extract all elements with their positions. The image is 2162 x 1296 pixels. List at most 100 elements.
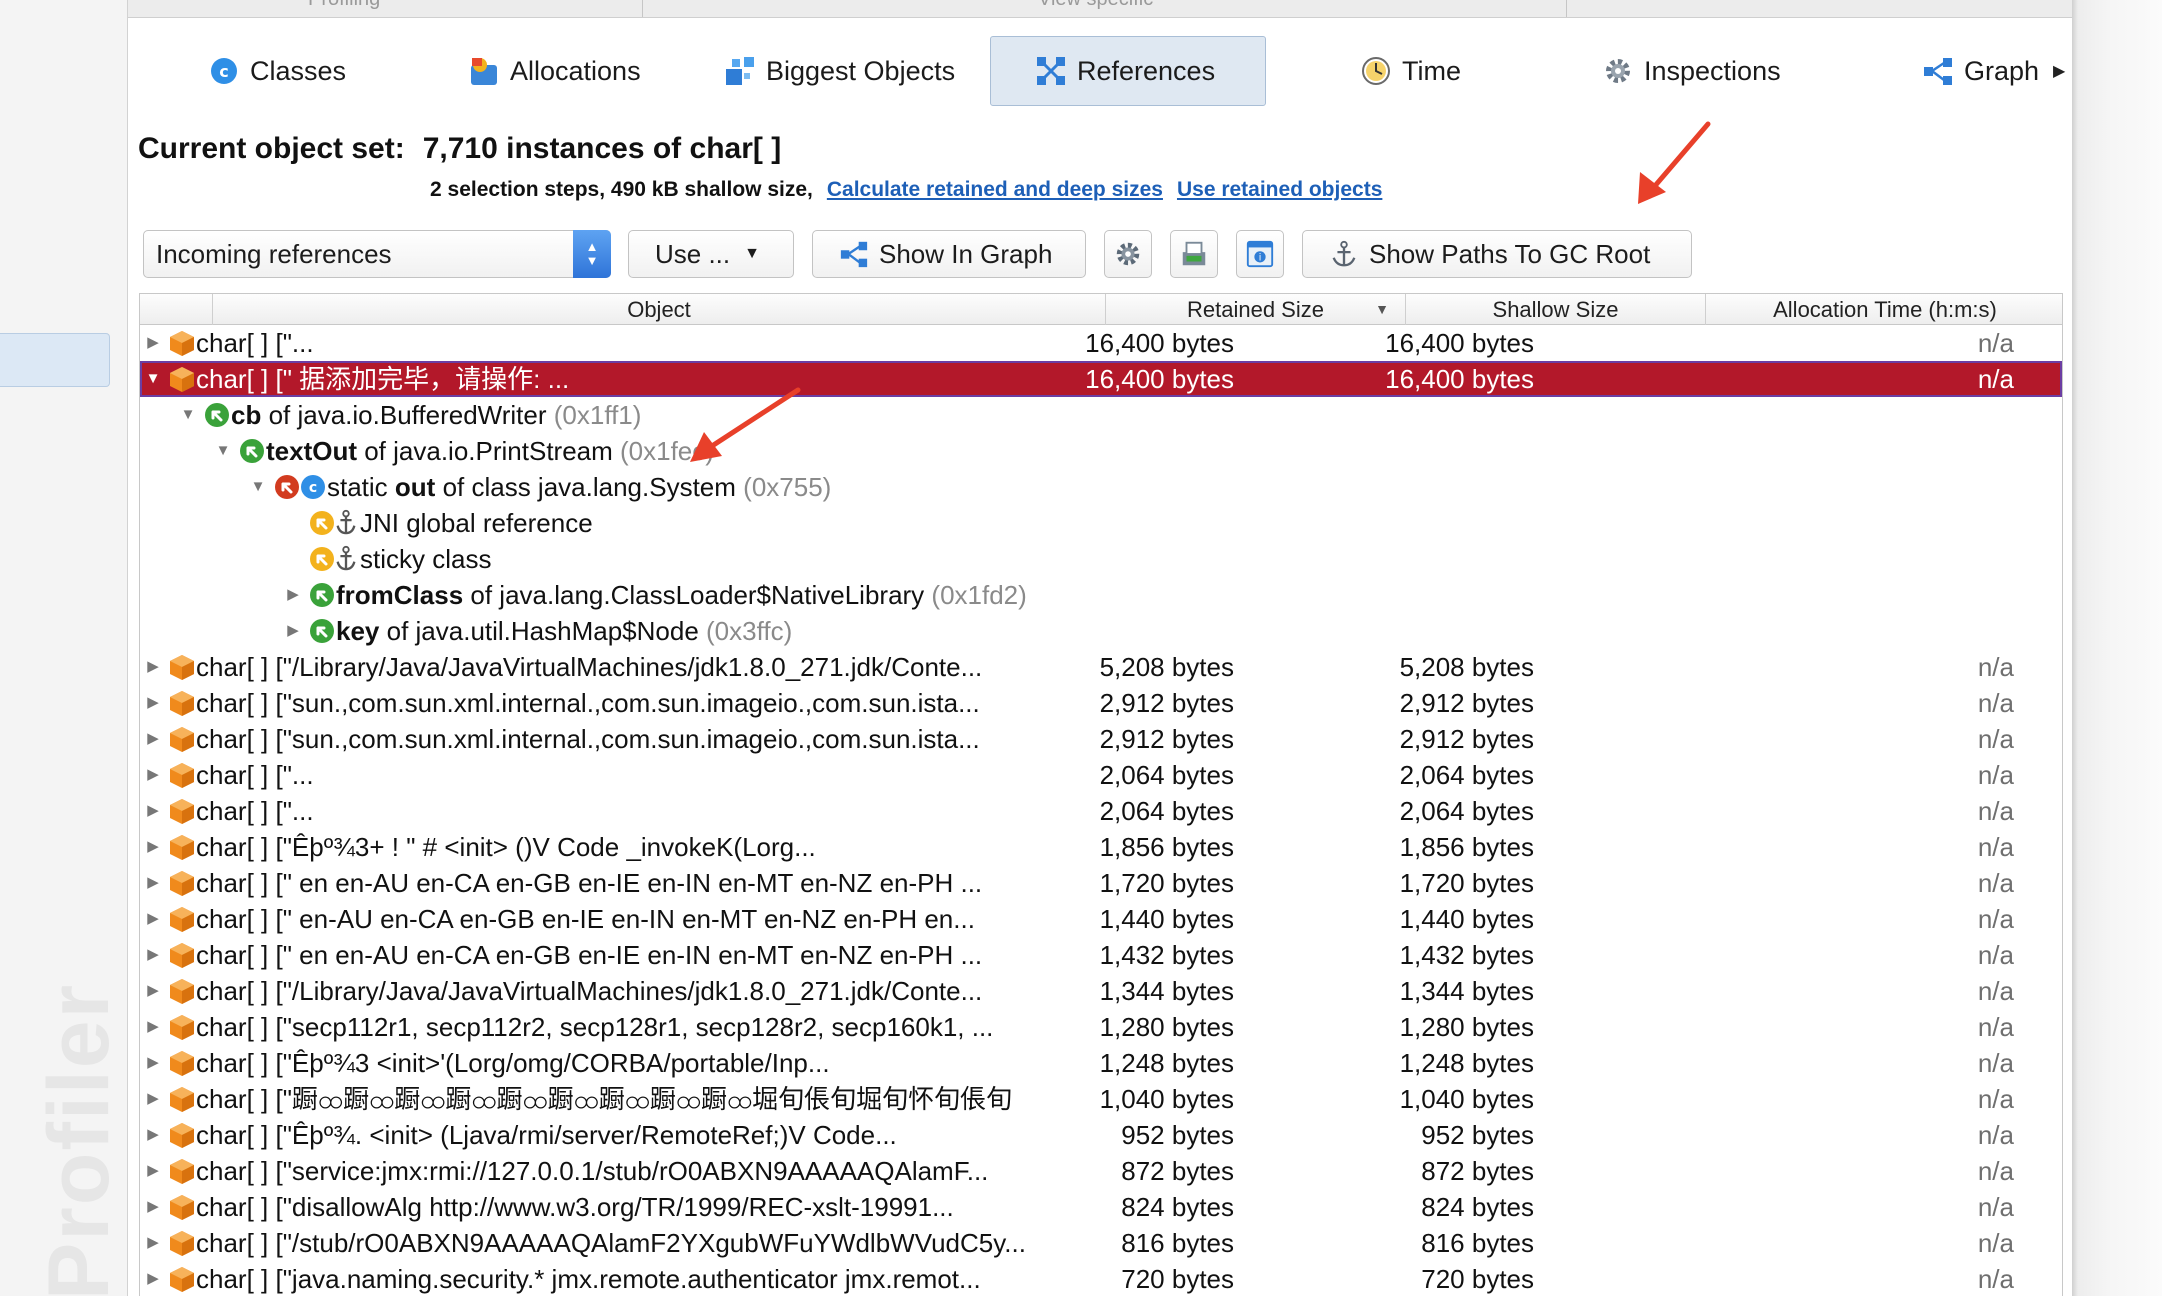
object-cell: char[ ] ["sun.,com.sun.xml.internal.,com… xyxy=(196,721,1080,757)
object-text: of java.lang.ClassLoader$NativeLibrary xyxy=(463,580,932,610)
tree-child-row[interactable]: ▼ textOut of java.io.PrintStream (0x1fec) xyxy=(140,433,2062,469)
column-allocation-time[interactable]: Allocation Time (h:m:s) xyxy=(1706,294,2062,325)
table-row[interactable]: ▶ char[ ] ["disallowAlg http://www.w3.org… xyxy=(140,1189,2062,1225)
shallow-size-cell: 824 bytes xyxy=(1421,1192,1534,1222)
show-paths-to-gc-root-button[interactable]: Show Paths To GC Root xyxy=(1302,230,1692,278)
table-row[interactable]: ▶ char[ ] ["/stub/rO0ABXN9AAAAAQAlamF2YXg… xyxy=(140,1225,2062,1261)
table-row[interactable]: ▶ char[ ] ["/Library/Java/JavaVirtualMach… xyxy=(140,649,2062,685)
tab-allocations[interactable]: Allocations xyxy=(468,36,641,106)
table-row[interactable]: ▶ char[ ] ["... 2,064 bytes 2,064 bytes n/a xyxy=(140,793,2062,829)
tree-child-row[interactable]: ▼ c static out of class java.lang.System (… xyxy=(140,469,2062,505)
use-retained-objects-link[interactable]: Use retained objects xyxy=(1177,178,1382,201)
info-button[interactable]: i xyxy=(1236,230,1284,278)
tab-classes[interactable]: c Classes xyxy=(208,36,346,106)
tab-inspections[interactable]: Inspections xyxy=(1602,36,1781,106)
expand-toggle-icon[interactable]: ▶ xyxy=(143,901,163,937)
table-row[interactable]: ▶ char[ ] ["Êþº¾3 <init>'(Lorg/omg/CORBA/… xyxy=(140,1045,2062,1081)
table-row[interactable]: ▶ char[ ] [" en en-AU en-CA en-GB en-IE e… xyxy=(140,937,2062,973)
sidebar-selected-item[interactable] xyxy=(0,333,110,387)
expand-toggle-icon[interactable]: ▶ xyxy=(143,1189,163,1225)
expand-toggle-icon[interactable]: ▶ xyxy=(143,1081,163,1117)
object-cell: char[ ] ["/Library/Java/JavaVirtualMachi… xyxy=(196,649,1080,685)
table-row[interactable]: ▶ char[ ] ["java.naming.security.* jmx.re… xyxy=(140,1261,2062,1296)
object-cube-icon xyxy=(170,799,194,824)
export-button[interactable] xyxy=(1170,230,1218,278)
table-row[interactable]: ▶ char[ ] ["蹰ထ蹰ထ蹰ထ蹰ထ蹰ထ蹰ထ蹰ထ蹰ထ蹰ထ堀旬倀旬堀旬怀旬倀旬 1… xyxy=(140,1081,2062,1117)
collapse-toggle-icon[interactable]: ▼ xyxy=(213,433,233,469)
biggest-objects-icon xyxy=(724,55,756,87)
expand-toggle-icon[interactable]: ▶ xyxy=(143,757,163,793)
table-row[interactable]: ▶ char[ ] ["... 16,400 bytes 16,400 bytes n/… xyxy=(140,325,2062,361)
use-dropdown-button[interactable]: Use ... ▼ xyxy=(628,230,794,278)
shallow-size-cell: 816 bytes xyxy=(1421,1228,1534,1258)
table-row[interactable]: ▶ char[ ] [" en-AU en-CA en-GB en-IE en-I… xyxy=(140,901,2062,937)
collapse-toggle-icon[interactable]: ▼ xyxy=(178,397,198,433)
expand-toggle-icon[interactable]: ▶ xyxy=(283,613,303,649)
tab-overflow-icon[interactable]: ▶ xyxy=(2053,61,2065,81)
expand-toggle-icon[interactable]: ▶ xyxy=(143,973,163,1009)
export-icon xyxy=(1182,241,1206,266)
expand-toggle-icon[interactable]: ▶ xyxy=(143,1045,163,1081)
object-cube-icon xyxy=(170,367,194,392)
table-row[interactable]: ▶ char[ ] ["Êþº¾3+ ! " # <init> ()V Code … xyxy=(140,829,2062,865)
svg-text:i: i xyxy=(1259,253,1262,264)
expand-toggle-icon[interactable]: ▶ xyxy=(143,937,163,973)
table-row[interactable]: ▶ char[ ] ["sun.,com.sun.xml.internal.,co… xyxy=(140,685,2062,721)
column-shallow-size[interactable]: Shallow Size xyxy=(1406,294,1706,325)
object-address: (0x1ff1) xyxy=(553,400,642,430)
object-text: char[ ] ["sun.,com.sun.xml.internal.,com… xyxy=(196,688,980,718)
reference-mode-select[interactable]: Incoming references ▲ ▼ xyxy=(143,230,611,278)
field-name: textOut xyxy=(266,436,357,466)
expand-toggle-icon[interactable]: ▶ xyxy=(143,325,163,361)
expand-toggle-icon[interactable]: ▶ xyxy=(143,685,163,721)
svg-text:c: c xyxy=(309,480,317,496)
table-row[interactable]: ▶ char[ ] [" en en-AU en-CA en-GB en-IE e… xyxy=(140,865,2062,901)
calculate-sizes-link[interactable]: Calculate retained and deep sizes xyxy=(827,178,1163,201)
table-row[interactable]: ▶ char[ ] ["Êþº¾. <init> (Ljava/rmi/serve… xyxy=(140,1117,2062,1153)
expand-toggle-icon[interactable]: ▶ xyxy=(143,793,163,829)
table-row[interactable]: ▶ char[ ] ["sun.,com.sun.xml.internal.,co… xyxy=(140,721,2062,757)
sidebar-brand-watermark: Profiler xyxy=(31,982,127,1296)
table-row[interactable]: ▼ char[ ] [" 据添加完毕，请操作: ... 16,400 bytes 16… xyxy=(140,361,2062,397)
view-settings-button[interactable] xyxy=(1104,230,1152,278)
expand-toggle-icon[interactable]: ▶ xyxy=(143,649,163,685)
expand-toggle-icon[interactable]: ▶ xyxy=(143,1225,163,1261)
table-row[interactable]: ▶ char[ ] ["service:jmx:rmi://127.0.0.1/s… xyxy=(140,1153,2062,1189)
show-in-graph-button[interactable]: Show In Graph xyxy=(812,230,1086,278)
column-retained-size[interactable]: Retained Size ▼ xyxy=(1106,294,1406,325)
tree-child-row[interactable]: ▶ fromClass of java.lang.ClassLoader$Nati… xyxy=(140,577,2062,613)
expand-toggle-icon[interactable]: ▶ xyxy=(283,577,303,613)
shallow-size-cell xyxy=(1384,613,1534,649)
object-cell: char[ ] [" en en-AU en-CA en-GB en-IE en… xyxy=(196,937,1080,973)
object-cell: char[ ] [" 据添加完毕，请操作: ... xyxy=(196,361,1080,397)
collapse-toggle-icon[interactable]: ▼ xyxy=(143,361,163,397)
tree-child-row[interactable]: JNI global reference xyxy=(140,505,2062,541)
tab-time[interactable]: Time xyxy=(1360,36,1461,106)
expand-toggle-icon[interactable]: ▶ xyxy=(143,1153,163,1189)
object-cell: JNI global reference xyxy=(360,505,1080,541)
table-row[interactable]: ▶ char[ ] ["/Library/Java/JavaVirtualMach… xyxy=(140,973,2062,1009)
tree-child-row[interactable]: ▶ key of java.util.HashMap$Node (0x3ffc) xyxy=(140,613,2062,649)
collapse-toggle-icon[interactable]: ▼ xyxy=(248,469,268,505)
expand-toggle-icon[interactable]: ▶ xyxy=(143,1261,163,1296)
expand-toggle-icon[interactable]: ▶ xyxy=(143,829,163,865)
annotation-arrow xyxy=(1638,121,1711,204)
retained-size-cell: 952 bytes xyxy=(1121,1120,1234,1150)
tab-references[interactable]: References xyxy=(990,36,1266,106)
tab-biggest-objects[interactable]: Biggest Objects xyxy=(724,36,955,106)
expand-toggle-icon[interactable]: ▶ xyxy=(143,1009,163,1045)
shallow-size-cell: 1,720 bytes xyxy=(1399,868,1534,898)
tree-child-row[interactable]: ▼ cb of java.io.BufferedWriter (0x1ff1) xyxy=(140,397,2062,433)
expand-toggle-icon[interactable]: ▶ xyxy=(143,721,163,757)
allocation-time-cell xyxy=(1900,613,2014,649)
column-object[interactable]: Object xyxy=(213,294,1106,325)
table-row[interactable]: ▶ char[ ] ["... 2,064 bytes 2,064 bytes n/a xyxy=(140,757,2062,793)
expand-toggle-icon[interactable]: ▶ xyxy=(143,865,163,901)
table-row[interactable]: ▶ char[ ] ["secp112r1, secp112r2, secp128… xyxy=(140,1009,2062,1045)
expand-toggle-icon[interactable]: ▶ xyxy=(143,1117,163,1153)
object-text: char[ ] ["service:jmx:rmi://127.0.0.1/st… xyxy=(196,1156,989,1186)
shallow-size-cell: 952 bytes xyxy=(1421,1120,1534,1150)
tree-child-row[interactable]: sticky class xyxy=(140,541,2062,577)
retained-size-cell: 2,912 bytes xyxy=(1099,688,1234,718)
tab-graph[interactable]: Graph ▶ xyxy=(1922,36,2065,106)
